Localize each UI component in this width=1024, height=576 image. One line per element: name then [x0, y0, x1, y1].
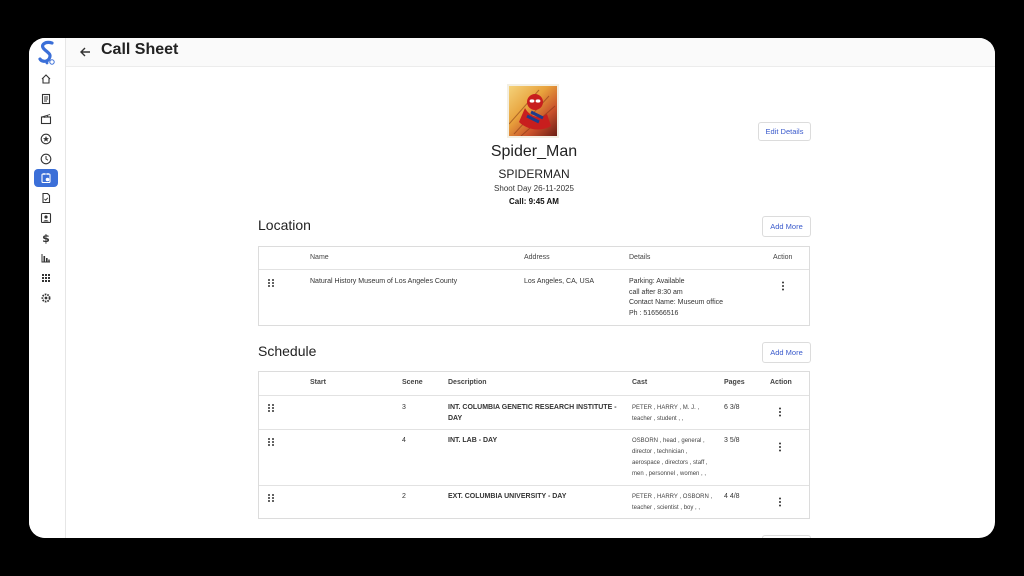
sidebar-item-settings[interactable]: [35, 289, 57, 307]
cast-line: men , personnel , women , ,: [632, 471, 707, 477]
schedule-col-start: Start: [310, 379, 326, 386]
location-col-name: Name: [310, 254, 329, 261]
divider: [259, 485, 809, 486]
schedule-add-more-button[interactable]: Add More: [762, 342, 811, 363]
location-heading: Location: [258, 217, 311, 233]
more-options-icon[interactable]: [778, 497, 782, 507]
call-time: Call: 9:45 AM: [509, 197, 559, 206]
schedule-pages: 4 4/8: [724, 493, 740, 500]
schedule-table: Start Scene Description Cast Pages Actio…: [258, 371, 810, 519]
schedule-cast: PETER , HARRY , OSBORN , teacher , scien…: [632, 492, 712, 514]
app-logo-icon[interactable]: [37, 40, 57, 66]
sidebar-item-budget[interactable]: $: [35, 229, 57, 247]
sidebar-item-favorites[interactable]: [35, 130, 57, 148]
description-line: INT. COLUMBIA GENETIC RESEARCH INSTITUTE…: [448, 404, 617, 411]
location-col-details: Details: [629, 254, 651, 261]
location-detail-line: Ph : 516566516: [629, 309, 679, 317]
schedule-description: INT. COLUMBIA GENETIC RESEARCH INSTITUTE…: [448, 403, 617, 424]
production-name: Spider_Man: [490, 143, 578, 160]
location-col-address: Address: [524, 254, 550, 261]
top-bar: Call Sheet: [66, 38, 995, 67]
cast-line: director , technician ,: [632, 449, 688, 455]
sidebar-item-reports[interactable]: [35, 249, 57, 267]
production-title: SPIDERMAN: [498, 167, 570, 181]
schedule-scene: 2: [402, 493, 406, 500]
divider: [259, 269, 809, 270]
location-table: Name Address Details Action Natural Hist…: [258, 246, 810, 326]
location-detail-line: call after 8:30 am: [629, 288, 683, 296]
location-name: Natural History Museum of Los Angeles Co…: [310, 278, 458, 285]
schedule-col-action: Action: [770, 379, 792, 386]
location-detail-line: Parking: Available: [629, 278, 685, 285]
cast-line: teacher , student , ,: [632, 416, 684, 422]
drag-handle-icon[interactable]: [267, 437, 275, 447]
production-poster: [507, 84, 559, 138]
cast-line: PETER , HARRY , M. J. ,: [632, 405, 700, 411]
location-detail-line: Contact Name: Museum office: [629, 299, 724, 306]
edit-details-button[interactable]: Edit Details: [758, 122, 811, 141]
drag-handle-icon[interactable]: [267, 278, 275, 288]
call-sheet-icon: [41, 173, 51, 184]
schedule-pages: 6 3/8: [724, 404, 740, 411]
description-line: DAY: [448, 414, 463, 422]
schedule-cast: PETER , HARRY , M. J. , teacher , studen…: [632, 403, 699, 425]
document-icon: [42, 192, 51, 204]
dollar-icon: $: [42, 232, 50, 244]
settings-icon: [41, 293, 51, 303]
drag-handle-icon[interactable]: [267, 403, 275, 413]
poster-art: [509, 89, 556, 136]
svg-text:$: $: [42, 232, 50, 244]
back-arrow-icon[interactable]: [78, 45, 92, 59]
schedule-scene: 4: [402, 437, 406, 444]
cast-line: aerospace , directors , staff ,: [632, 460, 708, 466]
schedule-col-scene: Scene: [402, 379, 423, 386]
schedule-col-cast: Cast: [632, 379, 648, 386]
sidebar-item-contacts[interactable]: [35, 209, 57, 227]
apps-grid-icon: [42, 274, 50, 282]
cast-line: OSBORN , head , general ,: [632, 438, 705, 444]
sidebar-item-apps[interactable]: [35, 269, 57, 287]
divider: [259, 429, 809, 430]
location-address: Los Angeles, CA, USA: [524, 278, 595, 285]
sidebar-item-call-sheet[interactable]: [34, 169, 58, 187]
sidebar-item-script[interactable]: [35, 90, 57, 108]
sidebar-item-documents[interactable]: [35, 189, 57, 207]
location-add-more-button[interactable]: Add More: [762, 216, 811, 237]
home-icon: [41, 74, 51, 84]
sidebar-item-scenes[interactable]: [35, 110, 57, 128]
location-col-action: Action: [773, 254, 793, 261]
description-line: INT. LAB - DAY: [448, 437, 498, 444]
contact-card-icon: [40, 212, 52, 224]
sidebar-item-home[interactable]: [35, 70, 57, 88]
schedule-description: EXT. COLUMBIA UNIVERSITY - DAY: [448, 492, 566, 503]
drag-handle-icon[interactable]: [267, 493, 275, 503]
sidebar-item-schedule[interactable]: [35, 150, 57, 168]
location-details: Parking: Available call after 8:30 am Co…: [629, 277, 723, 319]
description-line: EXT. COLUMBIA UNIVERSITY - DAY: [448, 493, 567, 500]
schedule-heading: Schedule: [258, 343, 317, 359]
clapperboard-icon: [40, 114, 52, 125]
bar-chart-icon: [41, 254, 50, 263]
script-icon: [41, 93, 51, 105]
app-window: $ Call Sheet Edit Details Spider_Man SPI…: [29, 38, 995, 538]
schedule-col-pages: Pages: [724, 379, 745, 386]
cast-line: teacher , scientist , boy , ,: [632, 505, 701, 511]
more-options-icon[interactable]: [778, 407, 782, 417]
divider: [259, 395, 809, 396]
schedule-description: INT. LAB - DAY: [448, 436, 497, 447]
page-title: Call Sheet: [101, 41, 179, 58]
more-options-icon[interactable]: [778, 442, 782, 452]
more-options-icon[interactable]: [781, 281, 785, 291]
partial-button[interactable]: [762, 535, 811, 538]
schedule-pages: 3 5/8: [724, 437, 740, 444]
clock-icon: [40, 153, 52, 165]
schedule-cast: OSBORN , head , general , director , tec…: [632, 436, 708, 480]
shoot-day: Shoot Day 26-11-2025: [494, 184, 574, 193]
schedule-scene: 3: [402, 404, 406, 411]
star-icon: [40, 133, 52, 145]
schedule-col-description: Description: [448, 379, 487, 386]
cast-line: PETER , HARRY , OSBORN ,: [632, 494, 713, 500]
sidebar: $: [29, 38, 66, 538]
